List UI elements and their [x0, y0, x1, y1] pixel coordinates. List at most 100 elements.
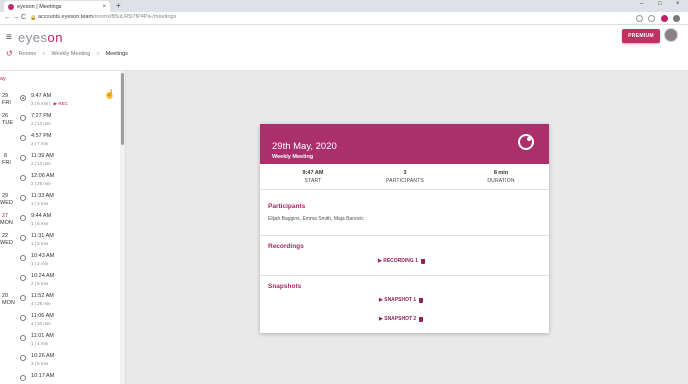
trash-icon[interactable]: [419, 316, 424, 322]
breadcrumb-rooms[interactable]: Rooms: [19, 51, 36, 57]
extension-icon[interactable]: [636, 15, 643, 22]
month-label: ay: [0, 76, 6, 82]
radio-button[interactable]: [20, 115, 26, 121]
logo[interactable]: eyeson: [18, 30, 63, 45]
radio-button[interactable]: [20, 315, 26, 321]
minimize-button[interactable]: –: [640, 1, 643, 7]
meeting-meta: 1 | 2 min: [31, 241, 48, 246]
snapshot-2[interactable]: ▶ SNAPSHOT 2: [379, 316, 424, 322]
divider: [260, 235, 549, 236]
bookmark-icon[interactable]: [648, 15, 655, 22]
meeting-meta: 1 | 4 min: [31, 201, 48, 206]
radio-button[interactable]: [20, 95, 26, 101]
meeting-meta: 1 | 6 min: [31, 221, 48, 226]
day-label: 26 TUE: [2, 113, 13, 127]
extension-eyeson-icon[interactable]: [661, 15, 668, 22]
meeting-time: 4:57 PM: [31, 133, 52, 139]
reload-button[interactable]: C: [21, 14, 26, 21]
meeting-time: 11:52 AM: [31, 293, 54, 299]
day-label: 22 WED: [0, 233, 13, 247]
snapshot-2-label[interactable]: ▶ SNAPSHOT 2: [379, 316, 416, 322]
meeting-room-name: Weekly Meeting: [272, 154, 314, 160]
address-bar: ← → C 🔒 accounts.eyeson.team/rooms/B5uLR…: [0, 12, 688, 25]
meeting-meta: 2 | 7 min: [31, 141, 48, 146]
meetings-sidebar: ay 29 FRI 26 TUE 8 FRI 29 WED 27 MON 22 WED 20…: [0, 71, 126, 384]
mouse-cursor-icon: ☝: [104, 89, 116, 99]
chevron-right-icon: >: [96, 50, 100, 57]
tab-close-icon[interactable]: ×: [102, 4, 106, 10]
meeting-time: 12:06 AM: [31, 173, 55, 179]
snapshot-1[interactable]: ▶ SNAPSHOT 1: [379, 297, 424, 303]
meeting-detail-card: 29th May, 2020 Weekly Meeting 9:47 AM ST…: [260, 124, 549, 333]
app-header: ≡ eyeson PREMIUM ↺ Rooms > Weekly Meetin…: [0, 25, 688, 71]
trash-icon[interactable]: [419, 297, 424, 303]
meeting-date: 29th May, 2020: [272, 141, 337, 152]
browser-tab[interactable]: eyeson | Meetings ×: [4, 1, 110, 12]
meeting-meta: 2 | 25 min: [31, 181, 51, 186]
meeting-time: 9:47 AM: [31, 93, 52, 99]
profile-icon[interactable]: [673, 15, 680, 22]
meeting-meta-text: 3 | 8 min |: [31, 101, 51, 106]
chevron-right-icon: >: [42, 50, 46, 57]
radio-button[interactable]: [20, 255, 26, 261]
menu-icon[interactable]: ≡: [6, 32, 12, 43]
day-label: 8 FRI: [2, 153, 11, 167]
meeting-meta-text: 1 | 6 min: [31, 221, 49, 226]
radio-button[interactable]: [20, 295, 26, 301]
stat-duration: 8 min DURATION: [487, 170, 515, 184]
day-label: 29 WED: [0, 193, 13, 207]
day-label: 27 MON: [0, 213, 13, 227]
radio-button[interactable]: [20, 375, 26, 381]
meeting-meta-text: 2 | 25 min: [31, 181, 51, 186]
window-close-button[interactable]: ×: [676, 1, 680, 7]
snapshot-1-label[interactable]: ▶ SNAPSHOT 1: [379, 297, 416, 303]
recording-1-label[interactable]: ▶ RECORDING 1: [378, 258, 418, 264]
radio-button[interactable]: [20, 195, 26, 201]
meeting-time: 10:26 AM: [31, 353, 55, 359]
breadcrumb-room[interactable]: Weekly Meeting: [51, 51, 90, 57]
scrollbar-thumb[interactable]: [121, 73, 124, 145]
radio-button[interactable]: [20, 355, 26, 361]
radio-button[interactable]: [20, 235, 26, 241]
avatar[interactable]: [664, 28, 678, 42]
meeting-meta: 2 | 12 min: [31, 161, 51, 166]
radio-button[interactable]: [20, 175, 26, 181]
meeting-meta: 4 | 20 min: [31, 321, 51, 326]
meeting-meta: 1 | 2 min: [31, 261, 48, 266]
eyeson-logo-icon: [518, 134, 534, 150]
day-label: 20 MON: [2, 293, 15, 307]
meeting-stats: 9:47 AM START 3 PARTICIPANTS 8 min DURAT…: [260, 164, 549, 190]
url-domain: accounts.eyeson.team: [38, 14, 94, 20]
recording-1[interactable]: ▶ RECORDING 1: [378, 258, 425, 264]
radio-button[interactable]: [20, 215, 26, 221]
url-field[interactable]: accounts.eyeson.team/rooms/B5uLR5l7fP4Pa…: [38, 14, 176, 20]
meeting-time: 9:44 AM: [31, 213, 52, 219]
breadcrumb: ↺ Rooms > Weekly Meeting > Meetings: [6, 49, 128, 58]
recording-badge: ▶ REC: [53, 101, 68, 106]
radio-button[interactable]: [20, 275, 26, 281]
stat-participants: 3 PARTICIPANTS: [386, 170, 424, 184]
meeting-time: 10:24 AM: [31, 273, 55, 279]
meeting-time: 11:31 AM: [31, 233, 54, 239]
favicon-icon: [8, 3, 14, 10]
premium-button[interactable]: PREMIUM: [622, 29, 660, 43]
meeting-meta-text: 2 | 7 min: [31, 141, 49, 146]
forward-button[interactable]: →: [12, 14, 19, 21]
radio-button[interactable]: [20, 335, 26, 341]
meeting-time: 11:06 AM: [31, 313, 54, 319]
new-tab-button[interactable]: +: [116, 1, 121, 10]
maximize-button[interactable]: □: [658, 1, 662, 7]
meeting-meta: 3 | 8 min | ▶ REC: [31, 101, 68, 107]
radio-button[interactable]: [20, 155, 26, 161]
meeting-meta-text: 2 | 12 min: [31, 161, 51, 166]
meeting-time: 7:27 PM: [31, 113, 52, 119]
trash-icon[interactable]: [420, 258, 425, 264]
meeting-meta-text: 4 | 28 min: [31, 301, 51, 306]
meeting-meta-text: 2 | 5 min: [31, 281, 49, 286]
back-button[interactable]: ←: [4, 14, 11, 21]
meeting-meta: 3 | 6 min: [31, 361, 48, 366]
radio-button[interactable]: [20, 135, 26, 141]
meeting-time: 11:01 AM: [31, 333, 54, 339]
divider: [260, 275, 549, 276]
meeting-time: 11:39 AM: [31, 153, 54, 159]
